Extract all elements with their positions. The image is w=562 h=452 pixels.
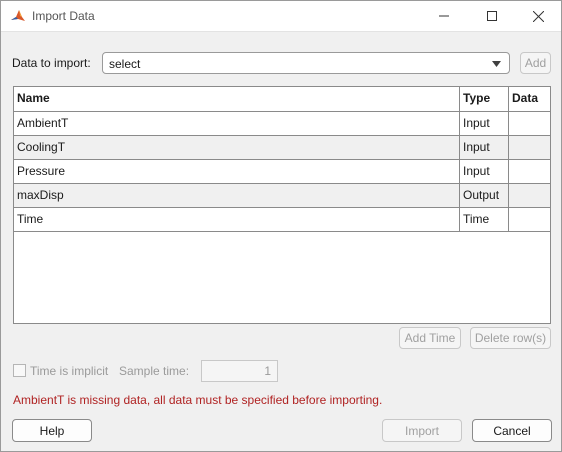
- cell-type[interactable]: Output: [460, 184, 509, 207]
- help-button[interactable]: Help: [12, 419, 92, 442]
- data-to-import-label: Data to import:: [12, 56, 91, 70]
- time-is-implicit-label: Time is implicit: [30, 364, 109, 378]
- add-button[interactable]: Add: [520, 52, 551, 74]
- sample-time-input[interactable]: 1: [201, 360, 278, 382]
- cell-data[interactable]: [509, 208, 550, 231]
- chevron-down-icon: [492, 61, 501, 67]
- cell-type[interactable]: Time: [460, 208, 509, 231]
- cell-data[interactable]: [509, 136, 550, 159]
- cell-type[interactable]: Input: [460, 112, 509, 135]
- cell-name[interactable]: CoolingT: [14, 136, 460, 159]
- table-row[interactable]: CoolingT Input: [14, 136, 550, 160]
- table-row[interactable]: Time Time: [14, 208, 550, 232]
- add-time-button[interactable]: Add Time: [399, 327, 461, 349]
- error-message: AmbientT is missing data, all data must …: [13, 393, 383, 407]
- cell-name[interactable]: AmbientT: [14, 112, 460, 135]
- matlab-logo-icon: [10, 8, 26, 24]
- table-row[interactable]: Pressure Input: [14, 160, 550, 184]
- dropdown-selected-value: select: [109, 57, 141, 71]
- minimize-button[interactable]: [421, 1, 467, 31]
- cell-type[interactable]: Input: [460, 160, 509, 183]
- cell-data[interactable]: [509, 112, 550, 135]
- time-is-implicit-checkbox[interactable]: [13, 364, 26, 377]
- close-icon: [532, 10, 544, 22]
- column-header-type[interactable]: Type: [460, 87, 509, 111]
- table-row[interactable]: maxDisp Output: [14, 184, 550, 208]
- title-bar: Import Data: [1, 1, 561, 32]
- cell-data[interactable]: [509, 184, 550, 207]
- table-row[interactable]: AmbientT Input: [14, 112, 550, 136]
- cell-name[interactable]: Time: [14, 208, 460, 231]
- delete-rows-button[interactable]: Delete row(s): [470, 327, 551, 349]
- column-header-name[interactable]: Name: [14, 87, 460, 111]
- close-window-button[interactable]: [515, 1, 561, 31]
- sample-time-label: Sample time:: [119, 364, 190, 378]
- cancel-button[interactable]: Cancel: [472, 419, 552, 442]
- cell-name[interactable]: maxDisp: [14, 184, 460, 207]
- maximize-button[interactable]: [469, 1, 515, 31]
- cell-data[interactable]: [509, 160, 550, 183]
- import-button[interactable]: Import: [382, 419, 462, 442]
- data-to-import-dropdown[interactable]: select: [102, 52, 510, 74]
- table-header-row: Name Type Data: [14, 87, 550, 112]
- import-data-dialog: Import Data Data to import: select Add N…: [0, 0, 562, 452]
- maximize-icon: [487, 11, 497, 21]
- cell-type[interactable]: Input: [460, 136, 509, 159]
- minimize-icon: [439, 15, 449, 17]
- window-title: Import Data: [32, 9, 95, 23]
- column-header-data[interactable]: Data: [509, 87, 550, 111]
- cell-name[interactable]: Pressure: [14, 160, 460, 183]
- signals-table: Name Type Data AmbientT Input CoolingT I…: [13, 86, 551, 324]
